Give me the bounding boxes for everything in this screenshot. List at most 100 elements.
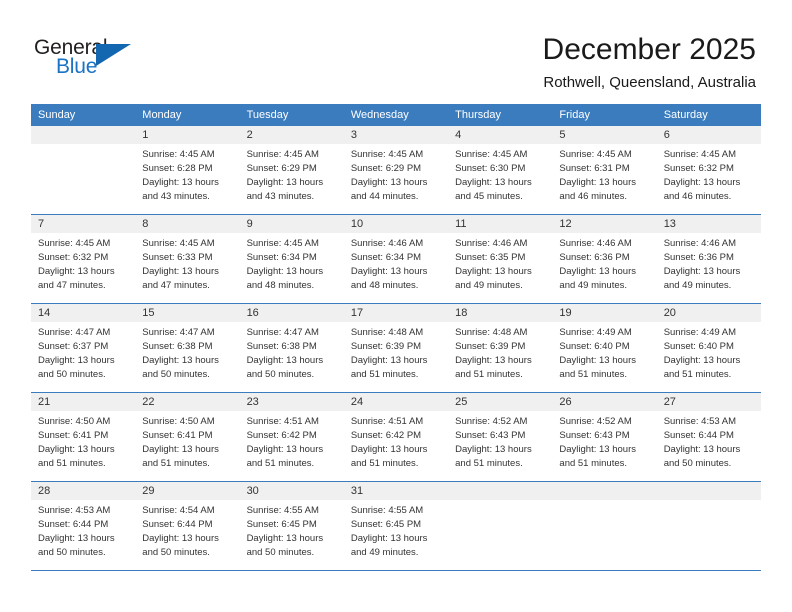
daylight-text: and 50 minutes. [142, 369, 210, 380]
day-number[interactable]: 3 [344, 126, 448, 144]
generalblue-logo[interactable]: General Blue [34, 36, 154, 84]
day-cell[interactable]: Sunrise: 4:49 AM Sunset: 6:40 PM Daylight:… [657, 322, 761, 392]
day-number[interactable]: 5 [552, 126, 656, 144]
weekday-header-tuesday: Tuesday [246, 109, 289, 121]
day-cell[interactable]: Sunrise: 4:45 AM Sunset: 6:31 PM Daylight:… [552, 144, 656, 214]
daylight-text: and 51 minutes. [246, 458, 315, 469]
day-number[interactable]: 28 [31, 482, 135, 500]
sunrise-text: Sunrise: 4:48 AM [350, 327, 424, 338]
day-number[interactable]: 10 [344, 215, 448, 233]
daylight-text: and 47 minutes. [38, 280, 106, 291]
weekday-header-friday: Friday [559, 109, 590, 121]
day-number[interactable]: 13 [657, 215, 761, 233]
day-number[interactable]: 23 [240, 393, 344, 411]
day-number[interactable]: 25 [448, 393, 552, 411]
day-cell[interactable]: Sunrise: 4:45 AM Sunset: 6:30 PM Daylight:… [448, 144, 552, 214]
day-cell[interactable]: Sunrise: 4:45 AM Sunset: 6:32 PM Daylight:… [31, 233, 135, 303]
daylight-text: Daylight: 13 hours [663, 266, 741, 277]
day-number[interactable]: 8 [135, 215, 239, 233]
weekday-header-thursday: Thursday [455, 109, 501, 121]
sunset-text: Sunset: 6:32 PM [663, 163, 734, 174]
day-number[interactable]: 20 [657, 304, 761, 322]
day-number[interactable]: 12 [552, 215, 656, 233]
day-cell[interactable]: Sunrise: 4:52 AM Sunset: 6:43 PM Daylight:… [552, 411, 656, 481]
day-cell[interactable]: Sunrise: 4:53 AM Sunset: 6:44 PM Daylight:… [657, 411, 761, 481]
day-cell[interactable]: Sunrise: 4:55 AM Sunset: 6:45 PM Daylight:… [240, 500, 344, 570]
day-cell[interactable]: Sunrise: 4:46 AM Sunset: 6:34 PM Daylight:… [344, 233, 448, 303]
day-number[interactable]: 14 [31, 304, 135, 322]
day-number[interactable]: 29 [135, 482, 239, 500]
day-cell[interactable]: Sunrise: 4:45 AM Sunset: 6:29 PM Daylight:… [240, 144, 344, 214]
day-number[interactable]: 27 [657, 393, 761, 411]
day-number-empty [31, 126, 135, 144]
day-number[interactable]: 22 [135, 393, 239, 411]
day-number[interactable]: 30 [240, 482, 344, 500]
day-cell[interactable]: Sunrise: 4:48 AM Sunset: 6:39 PM Daylight:… [344, 322, 448, 392]
day-cell[interactable]: Sunrise: 4:45 AM Sunset: 6:32 PM Daylight:… [657, 144, 761, 214]
day-cell[interactable]: Sunrise: 4:46 AM Sunset: 6:36 PM Daylight:… [552, 233, 656, 303]
day-number[interactable]: 17 [344, 304, 448, 322]
day-number[interactable]: 26 [552, 393, 656, 411]
day-cell[interactable]: Sunrise: 4:50 AM Sunset: 6:41 PM Daylight:… [31, 411, 135, 481]
daylight-text: Daylight: 13 hours [142, 444, 219, 455]
sunrise-text: Sunrise: 4:49 AM [663, 327, 737, 338]
sunset-text: Sunset: 6:34 PM [246, 252, 317, 263]
day-number[interactable]: 9 [240, 215, 344, 233]
daylight-text: Daylight: 13 hours [350, 444, 428, 455]
day-cell[interactable]: Sunrise: 4:47 AM Sunset: 6:37 PM Daylight:… [31, 322, 135, 392]
day-cell[interactable]: Sunrise: 4:45 AM Sunset: 6:29 PM Daylight:… [344, 144, 448, 214]
daylight-text: Daylight: 13 hours [559, 444, 636, 455]
day-cell[interactable]: Sunrise: 4:46 AM Sunset: 6:35 PM Daylight:… [448, 233, 552, 303]
day-number[interactable]: 1 [135, 126, 239, 144]
day-cell[interactable]: Sunrise: 4:55 AM Sunset: 6:45 PM Daylight:… [344, 500, 448, 570]
day-number[interactable]: 16 [240, 304, 344, 322]
daylight-text: and 51 minutes. [350, 369, 419, 380]
day-number[interactable]: 31 [344, 482, 448, 500]
day-cell[interactable]: Sunrise: 4:48 AM Sunset: 6:39 PM Daylight:… [448, 322, 552, 392]
day-cell[interactable]: Sunrise: 4:45 AM Sunset: 6:28 PM Daylight:… [135, 144, 239, 214]
day-cell[interactable]: Sunrise: 4:47 AM Sunset: 6:38 PM Daylight:… [135, 322, 239, 392]
day-number-row: 123456 [31, 126, 761, 144]
calendar-week-row: 28 29 30 31 Sunrise: 4:53 AM Sunset: 6:44 PM D… [31, 482, 761, 571]
day-cell[interactable]: Sunrise: 4:51 AM Sunset: 6:42 PM Daylight:… [344, 411, 448, 481]
weekday-header-monday: Monday [142, 109, 182, 121]
day-cell[interactable]: Sunrise: 4:45 AM Sunset: 6:34 PM Daylight:… [240, 233, 344, 303]
day-cell[interactable]: Sunrise: 4:49 AM Sunset: 6:40 PM Daylight:… [552, 322, 656, 392]
sunrise-text: Sunrise: 4:45 AM [559, 149, 632, 160]
day-number[interactable]: 24 [344, 393, 448, 411]
day-number[interactable]: 4 [448, 126, 552, 144]
day-number[interactable]: 15 [135, 304, 239, 322]
day-number[interactable]: 19 [552, 304, 656, 322]
daylight-text: and 51 minutes. [663, 369, 732, 380]
daylight-text: Daylight: 13 hours [38, 533, 115, 544]
day-number[interactable]: 6 [657, 126, 761, 144]
daylight-text: and 49 minutes. [350, 547, 419, 558]
daylight-text: and 50 minutes. [246, 369, 315, 380]
day-cell[interactable]: Sunrise: 4:51 AM Sunset: 6:42 PM Daylight:… [240, 411, 344, 481]
daylight-text: Daylight: 13 hours [246, 177, 324, 188]
daylight-text: Daylight: 13 hours [559, 177, 636, 188]
sunset-text: Sunset: 6:32 PM [38, 252, 109, 263]
day-number[interactable]: 7 [31, 215, 135, 233]
day-number[interactable]: 18 [448, 304, 552, 322]
calendar-page: General Blue December 2025 Rothwell, Que… [0, 0, 792, 612]
day-cell[interactable]: Sunrise: 4:53 AM Sunset: 6:44 PM Daylight:… [31, 500, 135, 570]
daylight-text: Daylight: 13 hours [350, 355, 428, 366]
daylight-text: Daylight: 13 hours [142, 533, 219, 544]
day-cell[interactable]: Sunrise: 4:45 AM Sunset: 6:33 PM Daylight:… [135, 233, 239, 303]
daylight-text: Daylight: 13 hours [246, 266, 324, 277]
day-number[interactable]: 2 [240, 126, 344, 144]
daylight-text: and 51 minutes. [350, 458, 419, 469]
day-cell[interactable]: Sunrise: 4:54 AM Sunset: 6:44 PM Daylight:… [135, 500, 239, 570]
day-number[interactable]: 21 [31, 393, 135, 411]
day-cell[interactable]: Sunrise: 4:47 AM Sunset: 6:38 PM Daylight:… [240, 322, 344, 392]
triangle-icon [96, 44, 131, 66]
sunset-text: Sunset: 6:43 PM [559, 430, 630, 441]
day-cell[interactable]: Sunrise: 4:50 AM Sunset: 6:41 PM Daylight:… [135, 411, 239, 481]
day-cell[interactable]: Sunrise: 4:46 AM Sunset: 6:36 PM Daylight:… [657, 233, 761, 303]
day-cell[interactable]: Sunrise: 4:52 AM Sunset: 6:43 PM Daylight:… [448, 411, 552, 481]
daylight-text: and 49 minutes. [663, 280, 732, 291]
day-number[interactable]: 11 [448, 215, 552, 233]
sunset-text: Sunset: 6:38 PM [246, 341, 317, 352]
sunset-text: Sunset: 6:45 PM [246, 519, 317, 530]
